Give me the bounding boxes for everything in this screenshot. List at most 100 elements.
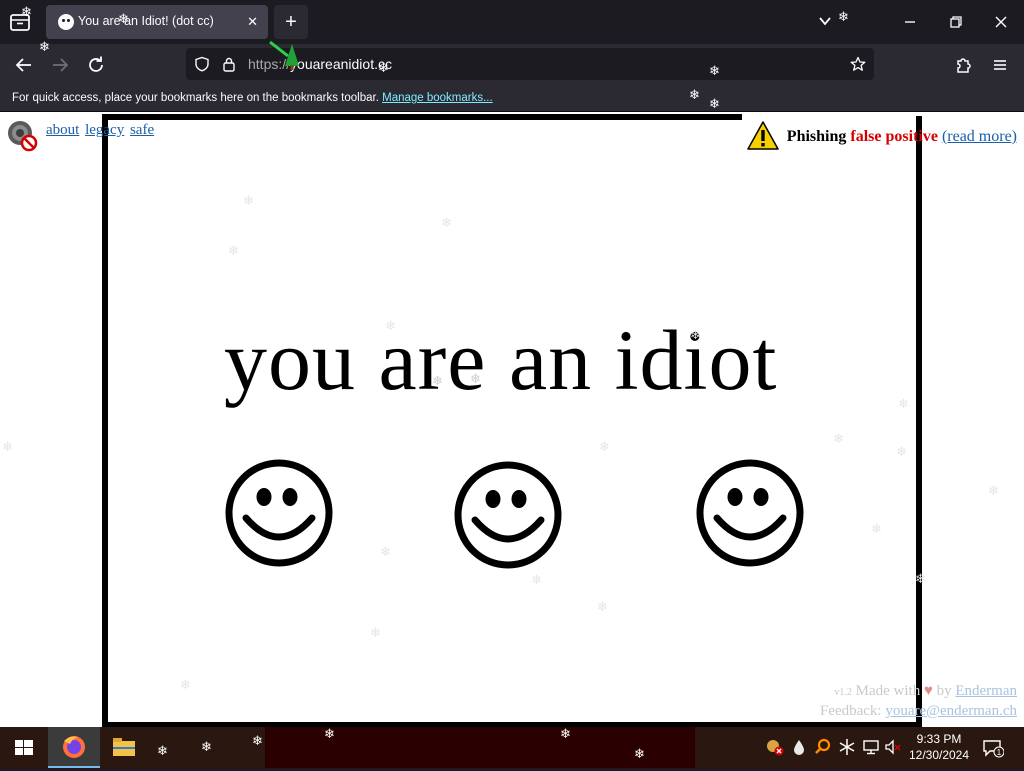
snowflake-icon: ❄ <box>709 96 720 111</box>
snowflake-icon: ❄ <box>690 327 701 342</box>
navigation-bar: https://youareanidiot.cc <box>0 44 1024 85</box>
feedback-email-link[interactable]: youare@enderman.ch <box>885 703 1017 719</box>
snowflake-icon: ❄ <box>324 726 335 741</box>
security-shield-warning-icon[interactable] <box>766 738 784 756</box>
forward-arrow-icon[interactable] <box>48 53 72 77</box>
snowflake-icon: ❄ <box>378 60 389 75</box>
network-icon[interactable] <box>862 738 880 756</box>
tab-title: You are an Idiot! (dot cc) <box>78 14 214 28</box>
menu-hamburger-icon[interactable] <box>988 53 1012 77</box>
snowflake-icon: ❄ <box>385 318 396 333</box>
snowflake-icon: ❄ <box>833 431 844 446</box>
snowflake-icon: ❄ <box>39 39 50 54</box>
muted-speaker-icon[interactable] <box>7 120 39 152</box>
safe-link[interactable]: safe <box>130 122 154 138</box>
by-label: by <box>936 683 952 699</box>
bookmarks-hint: For quick access, place your bookmarks h… <box>12 92 493 104</box>
bookmark-star-icon[interactable] <box>850 56 866 72</box>
snowflake-icon: ❄ <box>898 396 909 411</box>
legacy-link[interactable]: legacy <box>85 122 124 138</box>
snowflake-icon: ❄ <box>21 4 32 19</box>
snowflake-icon: ❄ <box>871 521 882 536</box>
snowflake-icon: ❄ <box>201 739 212 754</box>
back-arrow-icon[interactable] <box>12 53 36 77</box>
phishing-label: Phishing <box>786 128 847 145</box>
about-link[interactable]: about <box>46 122 79 138</box>
system-clock[interactable]: 9:33 PM 12/30/2024 <box>906 731 972 763</box>
snowflake-icon: ❄ <box>180 677 191 692</box>
minimize-icon[interactable] <box>898 10 922 34</box>
snowflake-icon: ❄ <box>531 572 542 587</box>
false-positive-label: false positive <box>850 128 938 145</box>
close-window-icon[interactable] <box>989 10 1013 34</box>
snowflake-icon: ❄ <box>432 373 443 388</box>
headline: you are an idiot <box>224 312 778 408</box>
taskbar: 9:33 PM 12/30/2024 1 ❄ ❄ ❄ ❄ ❄ ❄ <box>0 727 1024 768</box>
snowflake-icon: ❄ <box>915 571 926 586</box>
reload-icon[interactable] <box>84 53 108 77</box>
snowflake-icon: ❄ <box>370 625 381 640</box>
water-drop-icon[interactable] <box>790 738 808 756</box>
url-host: youareanidiot.cc <box>290 56 392 72</box>
snowflake-icon: ❄ <box>988 483 999 498</box>
snowflake-icon: ❄ <box>380 544 391 559</box>
tracking-protection-shield-icon[interactable] <box>194 56 210 72</box>
manage-bookmarks-link[interactable]: Manage bookmarks... <box>382 92 493 104</box>
snowflake-icon: ❄ <box>709 63 720 78</box>
snowflake-icon: ❄ <box>838 9 849 24</box>
snowflake-icon: ❄ <box>597 599 608 614</box>
file-explorer-icon[interactable] <box>100 727 148 768</box>
snowflake-icon: ❄ <box>634 746 645 761</box>
tab-close-icon[interactable]: ✕ <box>247 14 258 30</box>
volume-muted-icon[interactable] <box>884 738 902 756</box>
action-center-icon[interactable]: 1 <box>982 738 1004 758</box>
new-tab-button[interactable]: + <box>274 5 308 39</box>
clock-time: 9:33 PM <box>916 732 962 746</box>
snowflake-icon: ❄ <box>689 87 700 102</box>
snowflake-icon: ❄ <box>243 193 254 208</box>
phishing-text: Phishing false positive (read more) <box>787 128 1017 146</box>
page-links: about legacy safe <box>46 122 156 139</box>
idiot-frame <box>102 116 922 727</box>
made-with-label: Made with <box>855 683 921 699</box>
restore-icon[interactable] <box>944 10 968 34</box>
made-with-line: v1.2 Made with ♥ by Enderman <box>820 682 1017 702</box>
extensions-puzzle-icon[interactable] <box>952 53 976 77</box>
heart-icon: ♥ <box>923 683 933 699</box>
snowflake-icon: ❄ <box>157 743 168 758</box>
notification-count: 1 <box>997 748 1002 757</box>
snowflake-icon: ❄ <box>441 215 452 230</box>
bookmarks-message: For quick access, place your bookmarks h… <box>12 92 379 104</box>
tab-bar: You are an Idiot! (dot cc) ✕ + <box>0 0 1024 44</box>
christmas-tree-cursor-icon <box>269 40 299 70</box>
author-link[interactable]: Enderman <box>955 683 1017 699</box>
snowflake-icon: ❄ <box>118 11 129 26</box>
snowflake-icon: ❄ <box>252 733 263 748</box>
snowflake-icon: ❄ <box>470 371 481 386</box>
bookmarks-toolbar: For quick access, place your bookmarks h… <box>0 85 1024 112</box>
smiley-face-icon <box>454 461 562 569</box>
credits: v1.2 Made with ♥ by Enderman Feedback: y… <box>820 682 1017 721</box>
smiley-favicon-icon <box>58 14 74 30</box>
snowflake-icon: ❄ <box>599 439 610 454</box>
snowflake-icon: ❄ <box>2 439 13 454</box>
active-tab[interactable]: You are an Idiot! (dot cc) ✕ <box>46 5 268 39</box>
taskbar-firefox[interactable] <box>48 727 100 768</box>
feedback-label: Feedback: <box>819 703 882 719</box>
clock-date: 12/30/2024 <box>908 748 970 762</box>
snowflake-icon: ❄ <box>896 444 907 459</box>
search-magnifier-icon[interactable] <box>814 738 832 756</box>
list-all-tabs-chevron-down-icon[interactable] <box>818 14 832 28</box>
read-more-link[interactable]: (read more) <box>942 128 1017 145</box>
smiley-face-icon <box>225 459 333 567</box>
smiley-face-icon <box>696 459 804 567</box>
web-page: about legacy safe Phishing false positiv… <box>0 112 1024 727</box>
feedback-line: Feedback: youare@enderman.ch <box>820 702 1017 721</box>
windows-start-icon[interactable] <box>0 727 48 768</box>
snowflake-icon: ❄ <box>228 243 239 258</box>
phishing-notice: Phishing false positive (read more) <box>745 120 1017 154</box>
firefox-icon <box>63 736 85 758</box>
lock-icon[interactable] <box>222 56 236 72</box>
snowflake-icon: ❄ <box>560 726 571 741</box>
bluetooth-star-icon[interactable] <box>838 738 856 756</box>
